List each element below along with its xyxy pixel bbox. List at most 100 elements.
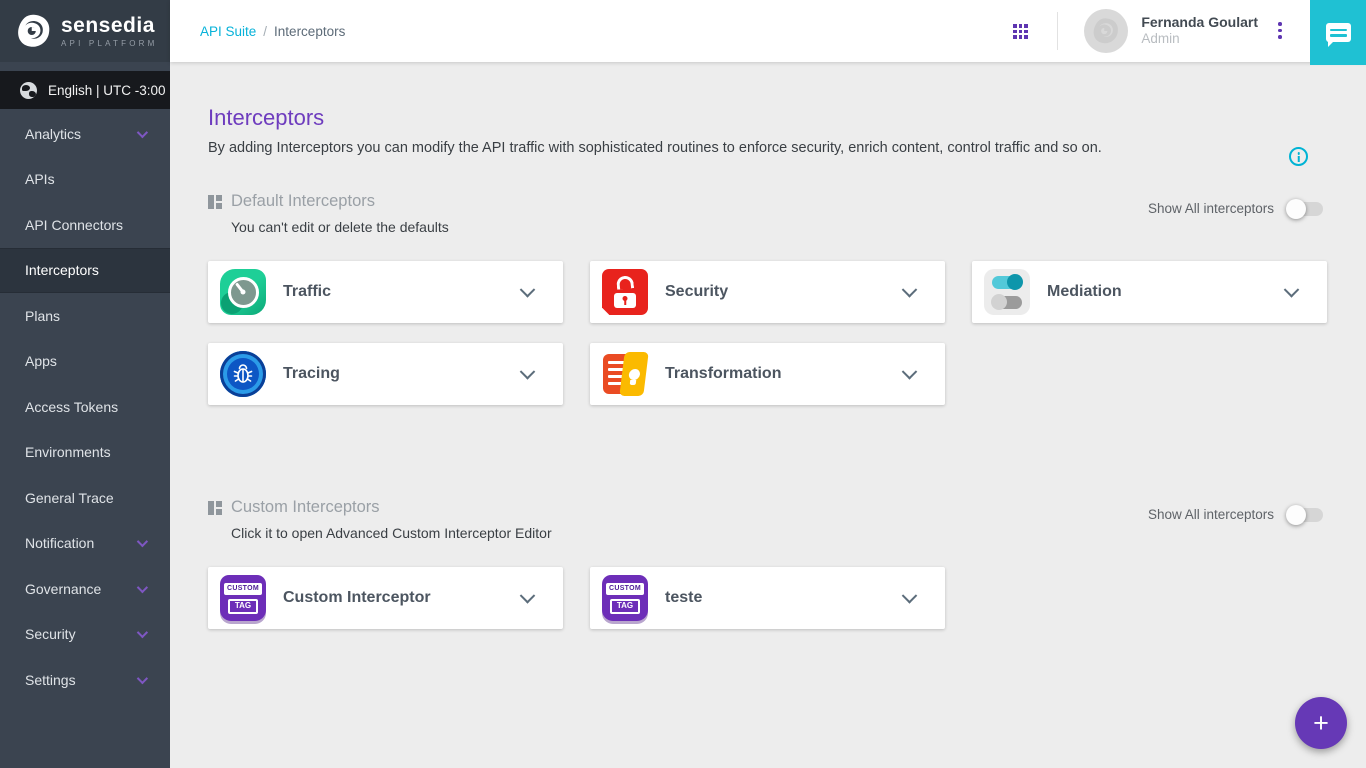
sidebar-item-plans[interactable]: Plans (0, 293, 170, 339)
section-subtitle: Click it to open Advanced Custom Interce… (231, 525, 552, 541)
app-root: sensedia API PLATFORM English | UTC -3:0… (0, 0, 1366, 768)
chevron-down-icon[interactable] (902, 588, 918, 604)
card-label: Traffic (283, 283, 331, 301)
sidebar-item-apps[interactable]: Apps (0, 339, 170, 385)
page-title: Interceptors (208, 105, 1327, 131)
interceptor-card-transformation[interactable]: Transformation (590, 343, 945, 405)
show-all-label: Show All interceptors (1148, 507, 1274, 522)
interceptor-card-mediation[interactable]: Mediation (972, 261, 1327, 323)
section-title: Custom Interceptors (231, 498, 380, 517)
card-label: Custom Interceptor (283, 589, 431, 607)
chevron-down-icon[interactable] (520, 282, 536, 298)
section-title: Default Interceptors (231, 192, 375, 211)
security-lock-icon (602, 269, 648, 315)
brand-text: sensedia API PLATFORM (61, 15, 157, 48)
sidebar-item-label: APIs (25, 171, 55, 187)
topbar: API Suite / Interceptors Fernanda Goular… (170, 0, 1366, 62)
toggle-knob (1286, 199, 1306, 219)
section-subtitle: You can't edit or delete the defaults (231, 219, 449, 235)
sidebar-item-api-connectors[interactable]: API Connectors (0, 202, 170, 248)
card-label: Tracing (283, 365, 340, 383)
sidebar-item-interceptors[interactable]: Interceptors (0, 248, 170, 294)
custom-tag-top-label: CUSTOM (224, 583, 262, 595)
default-interceptors-grid: Traffic Security Mediation (208, 261, 1327, 405)
breadcrumb-root-link[interactable]: API Suite (200, 24, 256, 39)
apps-grid-icon[interactable] (1013, 24, 1028, 39)
chevron-down-icon (137, 627, 148, 638)
chevron-down-icon[interactable] (520, 588, 536, 604)
sidebar-item-apis[interactable]: APIs (0, 157, 170, 203)
sidebar-item-governance[interactable]: Governance (0, 566, 170, 612)
sidebar: sensedia API PLATFORM English | UTC -3:0… (0, 0, 170, 768)
page-content: Interceptors By adding Interceptors you … (170, 62, 1366, 768)
section-grid-icon (208, 195, 222, 209)
brand-logo[interactable]: sensedia API PLATFORM (0, 0, 170, 62)
add-interceptor-fab[interactable]: + (1295, 697, 1347, 749)
section-heading: Custom Interceptors Click it to open Adv… (208, 498, 552, 541)
sidebar-item-label: Analytics (25, 126, 81, 142)
sidebar-item-label: Settings (25, 672, 76, 688)
sidebar-item-label: General Trace (25, 490, 114, 506)
chevron-down-icon (137, 582, 148, 593)
interceptor-card-custom-interceptor[interactable]: CUSTOM TAG Custom Interceptor (208, 567, 563, 629)
card-label: Security (665, 283, 728, 301)
kebab-menu-icon[interactable] (1278, 22, 1282, 39)
globe-icon (20, 82, 37, 99)
interceptor-card-teste[interactable]: CUSTOM TAG teste (590, 567, 945, 629)
sidebar-item-settings[interactable]: Settings (0, 657, 170, 703)
custom-tag-icon: CUSTOM TAG (220, 575, 266, 621)
sidebar-item-security[interactable]: Security (0, 612, 170, 658)
user-role: Admin (1141, 31, 1258, 48)
sidebar-item-general-trace[interactable]: General Trace (0, 475, 170, 521)
custom-tag-top-label: CUSTOM (606, 583, 644, 595)
brand-name: sensedia (61, 15, 157, 36)
page-description: By adding Interceptors you can modify th… (208, 140, 1327, 156)
section-grid-icon (208, 501, 222, 515)
info-icon[interactable] (1289, 147, 1308, 166)
sidebar-item-environments[interactable]: Environments (0, 430, 170, 476)
chevron-down-icon (137, 536, 148, 547)
topbar-divider (1057, 12, 1058, 50)
card-label: Transformation (665, 365, 781, 383)
brand-tagline: API PLATFORM (61, 39, 157, 48)
chevron-down-icon[interactable] (520, 364, 536, 380)
sidebar-item-analytics[interactable]: Analytics (0, 111, 170, 157)
chevron-down-icon (137, 673, 148, 684)
avatar[interactable] (1084, 9, 1128, 53)
card-label: Mediation (1047, 283, 1122, 301)
sidebar-item-access-tokens[interactable]: Access Tokens (0, 384, 170, 430)
interceptor-card-security[interactable]: Security (590, 261, 945, 323)
chevron-down-icon[interactable] (902, 282, 918, 298)
chevron-down-icon[interactable] (902, 364, 918, 380)
card-label: teste (665, 589, 702, 607)
sidebar-item-label: Apps (25, 353, 57, 369)
sensedia-logo-icon (16, 13, 52, 49)
traffic-gauge-icon (220, 269, 266, 315)
user-name: Fernanda Goulart (1141, 14, 1258, 32)
transformation-docs-icon (602, 351, 648, 397)
sidebar-item-notification[interactable]: Notification (0, 521, 170, 567)
chat-button[interactable] (1310, 0, 1366, 65)
sidebar-item-label: Access Tokens (25, 399, 118, 415)
mediation-toggles-icon (984, 269, 1030, 315)
interceptor-card-tracing[interactable]: Tracing (208, 343, 563, 405)
sidebar-item-label: Plans (25, 308, 60, 324)
language-selector[interactable]: English | UTC -3:00 (0, 71, 170, 109)
show-all-toggle[interactable] (1289, 202, 1323, 216)
sidebar-item-label: Governance (25, 581, 101, 597)
custom-tag-icon: CUSTOM TAG (602, 575, 648, 621)
show-all-toggle[interactable] (1289, 508, 1323, 522)
section-heading: Default Interceptors You can't edit or d… (208, 192, 449, 235)
user-names: Fernanda Goulart Admin (1141, 14, 1258, 48)
avatar-swirl-icon (1092, 17, 1120, 45)
interceptor-card-traffic[interactable]: Traffic (208, 261, 563, 323)
breadcrumb-separator: / (263, 24, 267, 39)
chat-icon (1326, 23, 1351, 42)
custom-interceptors-grid: CUSTOM TAG Custom Interceptor CUSTOM TAG… (208, 567, 1327, 629)
sidebar-nav: Analytics APIs API Connectors Intercepto… (0, 109, 170, 703)
main-area: API Suite / Interceptors Fernanda Goular… (170, 0, 1366, 768)
sidebar-item-label: Interceptors (25, 262, 99, 278)
language-label: English | UTC -3:00 (48, 83, 166, 98)
show-all-label: Show All interceptors (1148, 201, 1274, 216)
chevron-down-icon[interactable] (1284, 282, 1300, 298)
